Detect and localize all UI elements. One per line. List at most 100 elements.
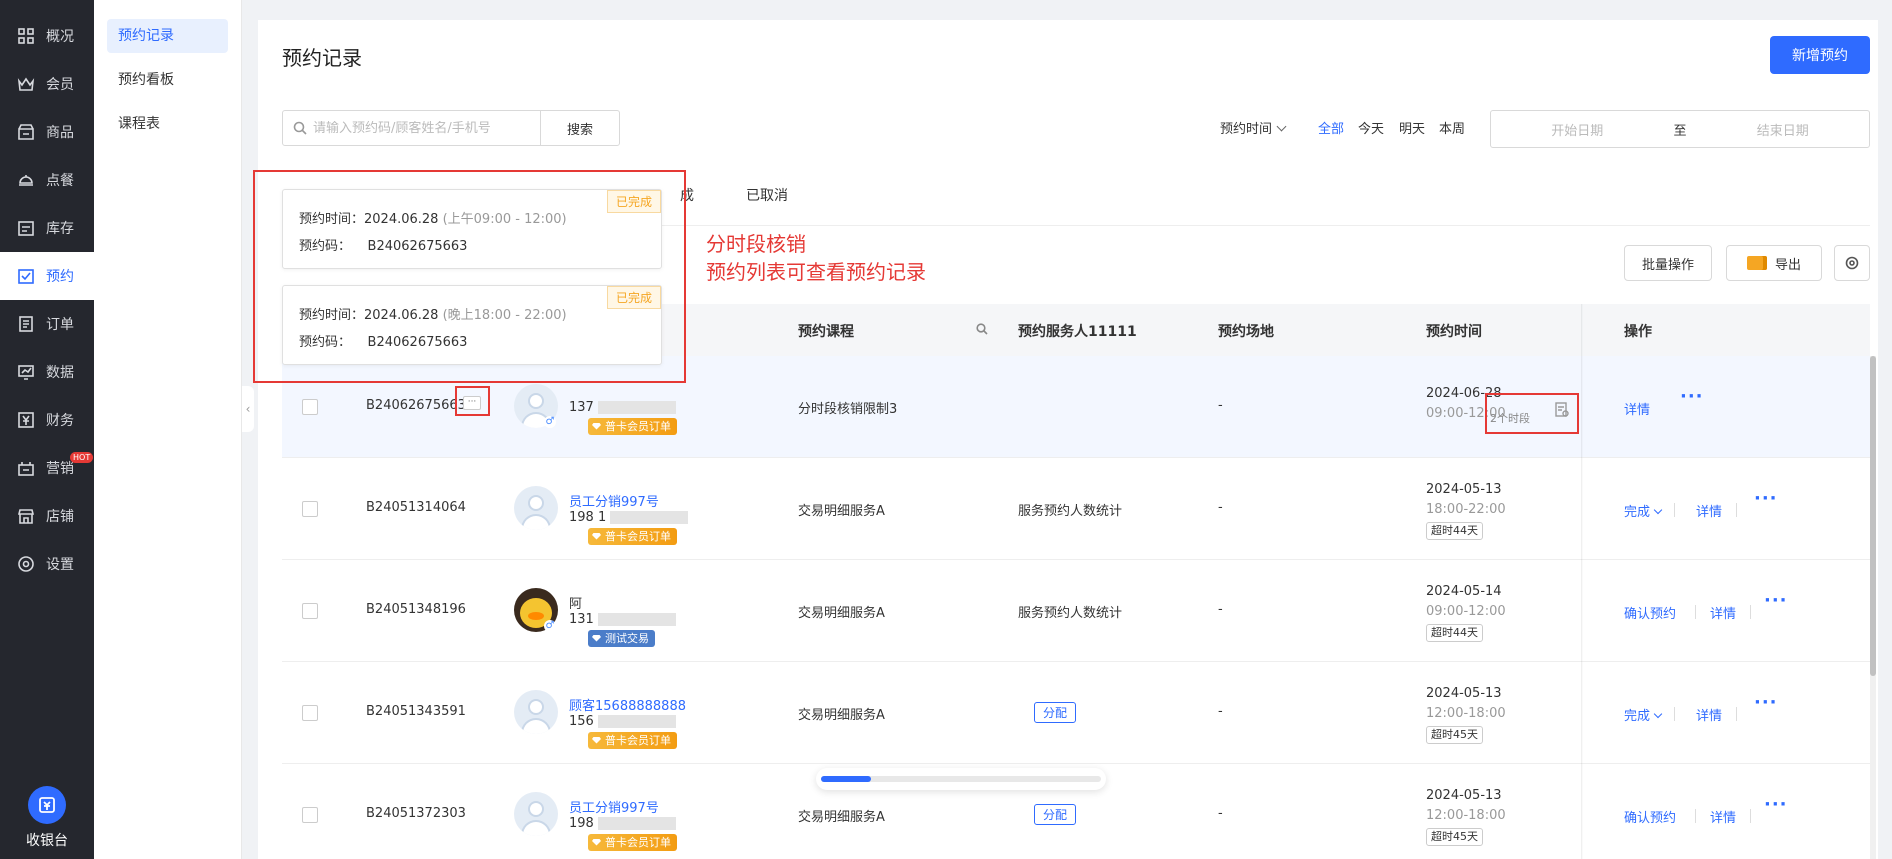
table-row[interactable]: B24051343591 顾客15688888888 156 普卡会员订单 交易… <box>282 662 1870 764</box>
action-divider <box>1750 809 1751 823</box>
assign-staff-button[interactable]: 分配 <box>1034 702 1077 723</box>
more-icon[interactable]: ··· <box>1764 590 1788 611</box>
dish-icon <box>16 170 36 190</box>
customer-name-link[interactable]: 顾客15688888888 <box>569 695 686 714</box>
collapse-sidebar-button[interactable]: ‹ <box>242 386 254 432</box>
search-field[interactable] <box>282 110 541 146</box>
confirm-booking-link[interactable]: 确认预约 <box>1624 807 1676 826</box>
nav-item-settings[interactable]: 设置 <box>0 540 94 588</box>
end-date-input[interactable]: 结束日期 <box>1697 120 1870 139</box>
table-settings-button[interactable] <box>1834 245 1870 281</box>
cashier-icon <box>28 786 66 824</box>
filter-label: 预约时间 <box>1220 122 1273 137</box>
row-checkbox[interactable] <box>302 399 318 415</box>
complete-dropdown[interactable]: 完成 <box>1624 501 1663 520</box>
nav-item-finance[interactable]: 财务 <box>0 396 94 444</box>
row-checkbox[interactable] <box>302 705 318 721</box>
start-date-input[interactable]: 开始日期 <box>1491 120 1664 139</box>
action-divider <box>1736 707 1737 721</box>
date-range-picker[interactable]: 开始日期 至 结束日期 <box>1490 110 1870 148</box>
tab-cancelled[interactable]: 已取消 <box>746 185 788 205</box>
customer-name-link[interactable]: 员工分销997号 <box>569 491 659 510</box>
more-icon[interactable]: ··· <box>1754 692 1778 713</box>
assign-staff-button[interactable]: 分配 <box>1034 804 1077 825</box>
nav-item-shop[interactable]: 店铺 <box>0 492 94 540</box>
nav-item-data[interactable]: 数据 <box>0 348 94 396</box>
status-badge: 已完成 <box>606 286 661 309</box>
phone-prefix: 131 <box>569 612 594 627</box>
submenu-item-records[interactable]: 预约记录 <box>107 19 228 53</box>
table-scrollbar[interactable] <box>1870 356 1876 859</box>
detail-link[interactable]: 详情 <box>1624 399 1650 418</box>
quick-filter-tomorrow[interactable]: 明天 <box>1399 118 1425 137</box>
grid-icon <box>16 26 36 46</box>
nav-item-member[interactable]: 会员 <box>0 60 94 108</box>
complete-dropdown[interactable]: 完成 <box>1624 705 1663 724</box>
nav-item-overview[interactable]: 概况 <box>0 12 94 60</box>
marketing-icon <box>16 458 36 478</box>
annotation-title: 分时段核销 <box>706 232 806 256</box>
phone-mask <box>597 401 676 414</box>
new-booking-button[interactable]: 新增预约 <box>1770 36 1870 74</box>
detail-link[interactable]: 详情 <box>1710 807 1736 826</box>
booking-code: B24051348196 <box>366 602 466 617</box>
venue: - <box>1218 602 1223 617</box>
nav-item-marketing[interactable]: 营销 HOT <box>0 444 94 492</box>
more-icon[interactable]: ··· <box>1680 386 1704 407</box>
quick-filter-all[interactable]: 全部 <box>1318 118 1344 137</box>
detail-link[interactable]: 详情 <box>1696 501 1722 520</box>
excel-icon <box>1746 256 1767 270</box>
fixed-column-shadow <box>1581 304 1583 859</box>
column-search-icon[interactable] <box>976 323 988 339</box>
card-code-line: 预约码： B24062675663 <box>299 331 467 350</box>
nav-item-orders[interactable]: 订单 <box>0 300 94 348</box>
more-icon[interactable]: ··· <box>1754 488 1778 509</box>
diamond-icon <box>592 532 601 540</box>
male-icon: ♂ <box>544 620 556 632</box>
search-input[interactable] <box>313 120 533 136</box>
time-label: 预约时间： <box>299 308 365 323</box>
batch-operation-button[interactable]: 批量操作 <box>1624 245 1712 281</box>
nav-item-goods[interactable]: 商品 <box>0 108 94 156</box>
nav-item-dining[interactable]: 点餐 <box>0 156 94 204</box>
row-checkbox[interactable] <box>302 603 318 619</box>
complete-label: 完成 <box>1624 709 1651 724</box>
nav-item-booking[interactable]: 预约 <box>0 252 94 300</box>
row-checkbox[interactable] <box>302 807 318 823</box>
detail-link[interactable]: 详情 <box>1696 705 1722 724</box>
card-time-line: 预约时间：2024.06.28 (晚上18:00 - 22:00) <box>299 304 567 323</box>
progress-track <box>821 776 1101 782</box>
search-button[interactable]: 搜索 <box>540 110 620 146</box>
booking-date: 2024-05-13 <box>1426 788 1502 803</box>
table-row[interactable]: B24051348196 ♂ 阿 131 测试交易 交易明细服务A 服务预约人数… <box>282 560 1870 662</box>
more-icon[interactable]: ··· <box>1764 794 1788 815</box>
diamond-icon <box>592 634 601 642</box>
table-row[interactable]: B24051314064 员工分销997号 198 1 普卡会员订单 交易明细服… <box>282 458 1870 560</box>
phone-mask <box>597 817 676 830</box>
customer-name-link[interactable]: 员工分销997号 <box>569 797 659 816</box>
more-segments-button[interactable]: ··· <box>463 396 481 410</box>
course-name: 交易明细服务A <box>798 504 885 519</box>
booking-time: 09:00-12:00 <box>1426 604 1506 619</box>
customer-phone: 156 <box>569 714 676 729</box>
submenu-item-board[interactable]: 预约看板 <box>107 63 228 97</box>
confirm-booking-link[interactable]: 确认预约 <box>1624 603 1676 622</box>
export-button[interactable]: 导出 <box>1726 245 1822 281</box>
row-checkbox[interactable] <box>302 501 318 517</box>
detail-link[interactable]: 详情 <box>1710 603 1736 622</box>
quick-filter-today[interactable]: 今天 <box>1358 118 1384 137</box>
cashier-button[interactable]: 收银台 <box>0 777 94 859</box>
customer-phone: 137 <box>569 400 676 415</box>
hot-badge: HOT <box>70 452 94 463</box>
male-icon: ♂ <box>544 416 556 428</box>
quick-filter-week[interactable]: 本周 <box>1439 118 1465 137</box>
booking-time-dropdown[interactable]: 预约时间 <box>1220 118 1287 137</box>
progress-fill <box>821 776 872 782</box>
submenu-item-schedule[interactable]: 课程表 <box>107 107 228 141</box>
staff-name: 服务预约人数统计 <box>1018 606 1123 621</box>
nav-item-inventory[interactable]: 库存 <box>0 204 94 252</box>
scrollbar-thumb[interactable] <box>1870 356 1876 676</box>
header-course: 预约课程 <box>798 324 854 340</box>
avatar <box>514 792 558 836</box>
member-badge: 普卡会员订单 <box>588 732 677 749</box>
